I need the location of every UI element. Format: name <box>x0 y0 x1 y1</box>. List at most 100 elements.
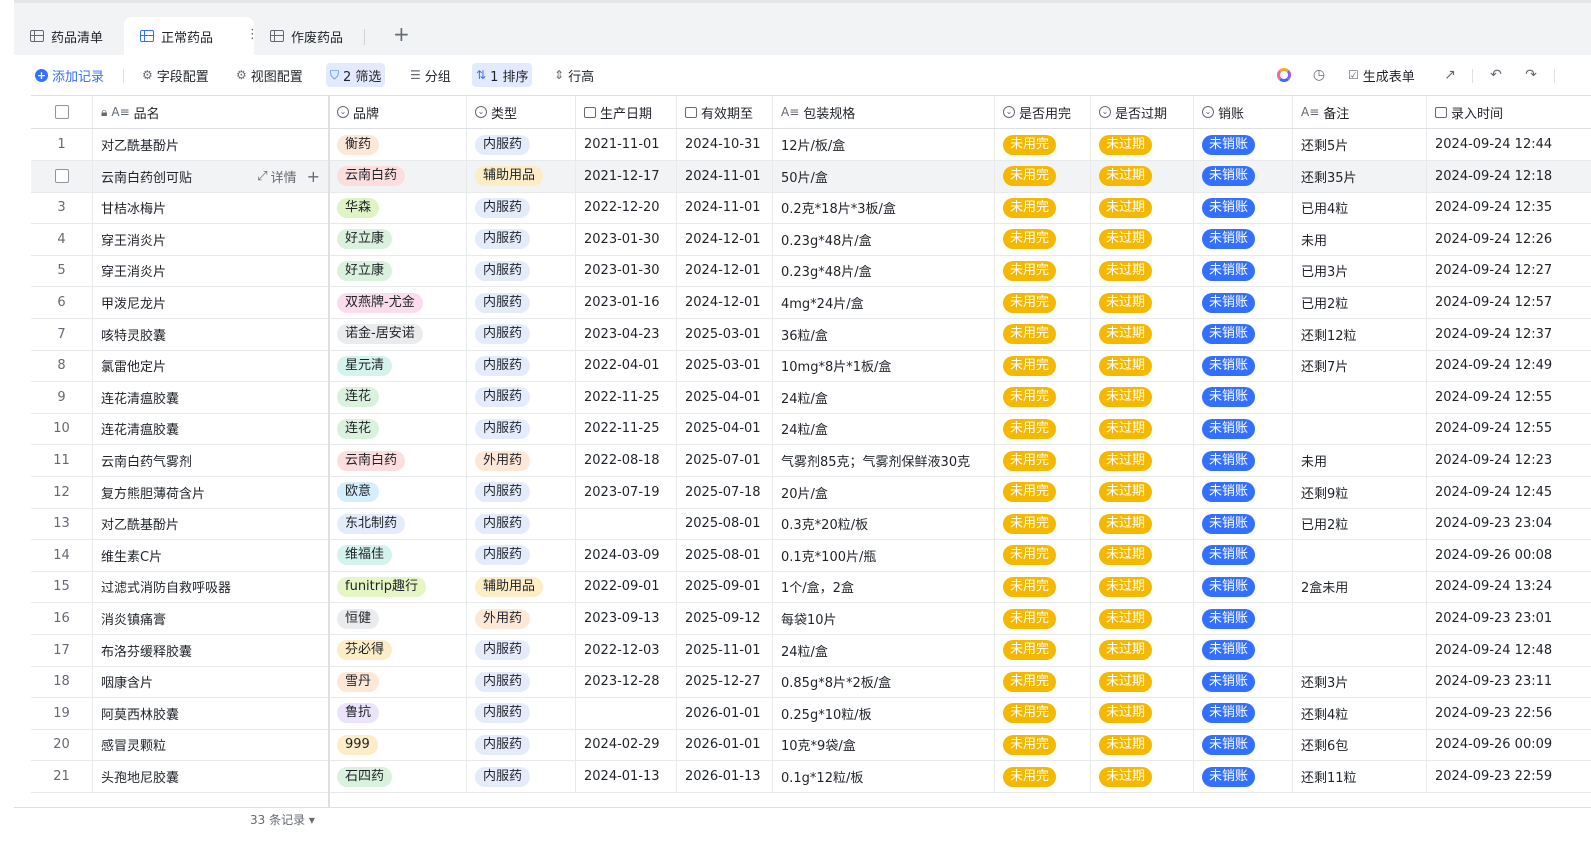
type-cell[interactable]: 内服药 <box>467 476 576 508</box>
table-row[interactable]: 15 过滤式消防自救呼吸器 funitrip趣行 辅助用品 2022-09-01 2025… <box>31 571 1591 604</box>
undo-icon[interactable]: ↶ <box>1488 67 1504 83</box>
pack-cell[interactable]: 气雾剂85克；气雾剂保鲜液30克 <box>773 445 995 476</box>
pack-cell[interactable]: 24粒/盒 <box>773 413 995 445</box>
history-icon[interactable]: ◷ <box>1311 67 1327 83</box>
exp-cell[interactable]: 2025-11-01 <box>677 634 773 666</box>
add-record-button[interactable]: + 添加记录 <box>31 63 108 87</box>
used-cell[interactable]: 未用完 <box>995 634 1091 666</box>
time-cell[interactable]: 2024-09-24 12:55 <box>1427 413 1591 444</box>
note-cell[interactable]: 未用 <box>1293 223 1427 255</box>
row-detail-button[interactable]: ⤢ 详情 + <box>257 167 320 186</box>
pack-cell[interactable]: 0.23g*48片/盒 <box>773 255 995 287</box>
note-cell[interactable]: 还剩4粒 <box>1293 697 1427 729</box>
exp-cell[interactable]: 2024-10-31 <box>677 129 773 160</box>
exp-cell[interactable]: 2026-01-13 <box>677 761 773 792</box>
note-cell[interactable]: 还剩7片 <box>1293 350 1427 382</box>
type-cell[interactable]: 内服药 <box>467 508 576 540</box>
mfg-cell[interactable]: 2022-09-01 <box>576 571 677 603</box>
mfg-cell[interactable]: 2024-02-29 <box>576 729 677 761</box>
time-cell[interactable]: 2024-09-24 12:55 <box>1427 382 1591 413</box>
writeoff-cell[interactable]: 未销账 <box>1194 287 1293 318</box>
type-cell[interactable]: 内服药 <box>467 761 576 792</box>
redo-icon[interactable]: ↷ <box>1523 67 1539 83</box>
row-height-button[interactable]: ⇕ 行高 <box>550 63 598 87</box>
row-number-cell[interactable]: 7 <box>31 318 93 350</box>
expired-cell[interactable]: 未过期 <box>1091 287 1194 318</box>
writeoff-cell[interactable]: 未销账 <box>1194 761 1293 792</box>
type-cell[interactable]: 内服药 <box>467 287 576 318</box>
table-row[interactable]: 6 甲泼尼龙片 双燕牌-尤金 内服药 2023-01-16 2024-12-01 4mg*2… <box>31 287 1591 319</box>
brand-cell[interactable]: 双燕牌-尤金 <box>329 287 467 318</box>
note-cell[interactable] <box>1293 381 1427 413</box>
brand-cell[interactable]: 欧意 <box>329 476 467 508</box>
brand-cell[interactable]: 维福佳 <box>329 539 467 571</box>
used-cell[interactable]: 未用完 <box>995 350 1091 382</box>
row-checkbox[interactable] <box>54 169 69 184</box>
used-cell[interactable]: 未用完 <box>995 729 1091 761</box>
row-number-cell[interactable]: 5 <box>31 255 93 287</box>
time-cell[interactable]: 2024-09-24 12:18 <box>1427 161 1591 192</box>
name-cell[interactable]: 氯雷他定片 <box>93 350 329 382</box>
view-config-button[interactable]: ⚙ 视图配置 <box>232 63 307 87</box>
type-cell[interactable]: 内服药 <box>467 729 576 761</box>
row-number-cell[interactable]: 18 <box>31 666 93 698</box>
mfg-cell[interactable]: 2022-12-20 <box>576 192 677 224</box>
brand-cell[interactable]: 恒健 <box>329 603 467 634</box>
writeoff-cell[interactable]: 未销账 <box>1194 223 1293 255</box>
writeoff-cell[interactable]: 未销账 <box>1194 160 1293 192</box>
column-header-writeoff[interactable]: ⌄ 销账 <box>1194 96 1293 128</box>
row-number-cell[interactable]: 21 <box>31 761 93 792</box>
writeoff-cell[interactable]: 未销账 <box>1194 729 1293 761</box>
row-number-cell[interactable]: 11 <box>31 445 93 476</box>
exp-cell[interactable]: 2024-12-01 <box>677 255 773 287</box>
column-header-used[interactable]: ⌄ 是否用完 <box>995 96 1091 128</box>
time-cell[interactable]: 2024-09-23 23:01 <box>1427 603 1591 634</box>
column-header-type[interactable]: ⌄ 类型 <box>467 96 576 128</box>
table-row[interactable]: 20 感冒灵颗粒 999 内服药 2024-02-29 2026-01-01 10克*9袋/… <box>31 729 1591 762</box>
note-cell[interactable] <box>1293 634 1427 666</box>
row-number-cell[interactable]: 17 <box>31 634 93 666</box>
row-number-cell[interactable]: 14 <box>31 539 93 571</box>
used-cell[interactable]: 未用完 <box>995 287 1091 318</box>
group-button[interactable]: ☰ 分组 <box>406 63 455 87</box>
brand-cell[interactable]: 云南白药 <box>329 445 467 476</box>
brand-cell[interactable]: 雪丹 <box>329 666 467 698</box>
expired-cell[interactable]: 未过期 <box>1091 223 1194 255</box>
writeoff-cell[interactable]: 未销账 <box>1194 697 1293 729</box>
type-cell[interactable]: 内服药 <box>467 413 576 445</box>
brand-cell[interactable]: 云南白药 <box>329 160 467 192</box>
table-row[interactable]: 13 对乙酰基酚片 东北制药 内服药 2025-08-01 0.3克*20粒/板 未用完 未过… <box>31 508 1591 541</box>
pack-cell[interactable]: 20片/盒 <box>773 476 995 508</box>
exp-cell[interactable]: 2025-08-01 <box>677 508 773 540</box>
name-cell[interactable]: 咽康含片 <box>93 666 329 698</box>
name-cell[interactable]: 穿王消炎片 <box>93 255 329 287</box>
brand-cell[interactable]: 好立康 <box>329 223 467 255</box>
row-number-cell[interactable]: 19 <box>31 697 93 729</box>
expired-cell[interactable]: 未过期 <box>1091 634 1194 666</box>
mfg-cell[interactable]: 2024-01-13 <box>576 761 677 792</box>
type-cell[interactable]: 内服药 <box>467 192 576 224</box>
table-row[interactable]: 17 布洛芬缓释胶囊 芬必得 内服药 2022-12-03 2025-11-01 24粒/盒… <box>31 634 1591 667</box>
pack-cell[interactable]: 0.85g*8片*2板/盒 <box>773 666 995 698</box>
brand-cell[interactable]: 诺金-居安诺 <box>329 318 467 350</box>
table-row[interactable]: 12 复方熊胆薄荷含片 欧意 内服药 2023-07-19 2025-07-18 20片/盒… <box>31 476 1591 509</box>
name-cell[interactable]: 对乙酰基酚片 <box>93 129 329 160</box>
name-cell[interactable]: 对乙酰基酚片 <box>93 508 329 540</box>
column-header-mfg-date[interactable]: 生产日期 <box>576 96 677 128</box>
exp-cell[interactable]: 2025-03-01 <box>677 318 773 350</box>
mfg-cell[interactable]: 2023-01-30 <box>576 223 677 255</box>
exp-cell[interactable]: 2024-12-01 <box>677 287 773 318</box>
brand-cell[interactable]: 芬必得 <box>329 634 467 666</box>
type-cell[interactable]: 外用药 <box>467 603 576 634</box>
time-cell[interactable]: 2024-09-23 22:59 <box>1427 761 1591 792</box>
row-number-cell[interactable]: 3 <box>31 192 93 224</box>
tab-drug-list[interactable]: 药品清单 <box>30 17 103 55</box>
note-cell[interactable]: 还剩11粒 <box>1293 761 1427 792</box>
writeoff-cell[interactable]: 未销账 <box>1194 571 1293 603</box>
type-cell[interactable]: 外用药 <box>467 445 576 476</box>
type-cell[interactable]: 内服药 <box>467 223 576 255</box>
writeoff-cell[interactable]: 未销账 <box>1194 350 1293 382</box>
filter-button[interactable]: ⛉ 2 筛选 <box>326 63 386 87</box>
expired-cell[interactable]: 未过期 <box>1091 571 1194 603</box>
time-cell[interactable]: 2024-09-26 00:09 <box>1427 729 1591 760</box>
